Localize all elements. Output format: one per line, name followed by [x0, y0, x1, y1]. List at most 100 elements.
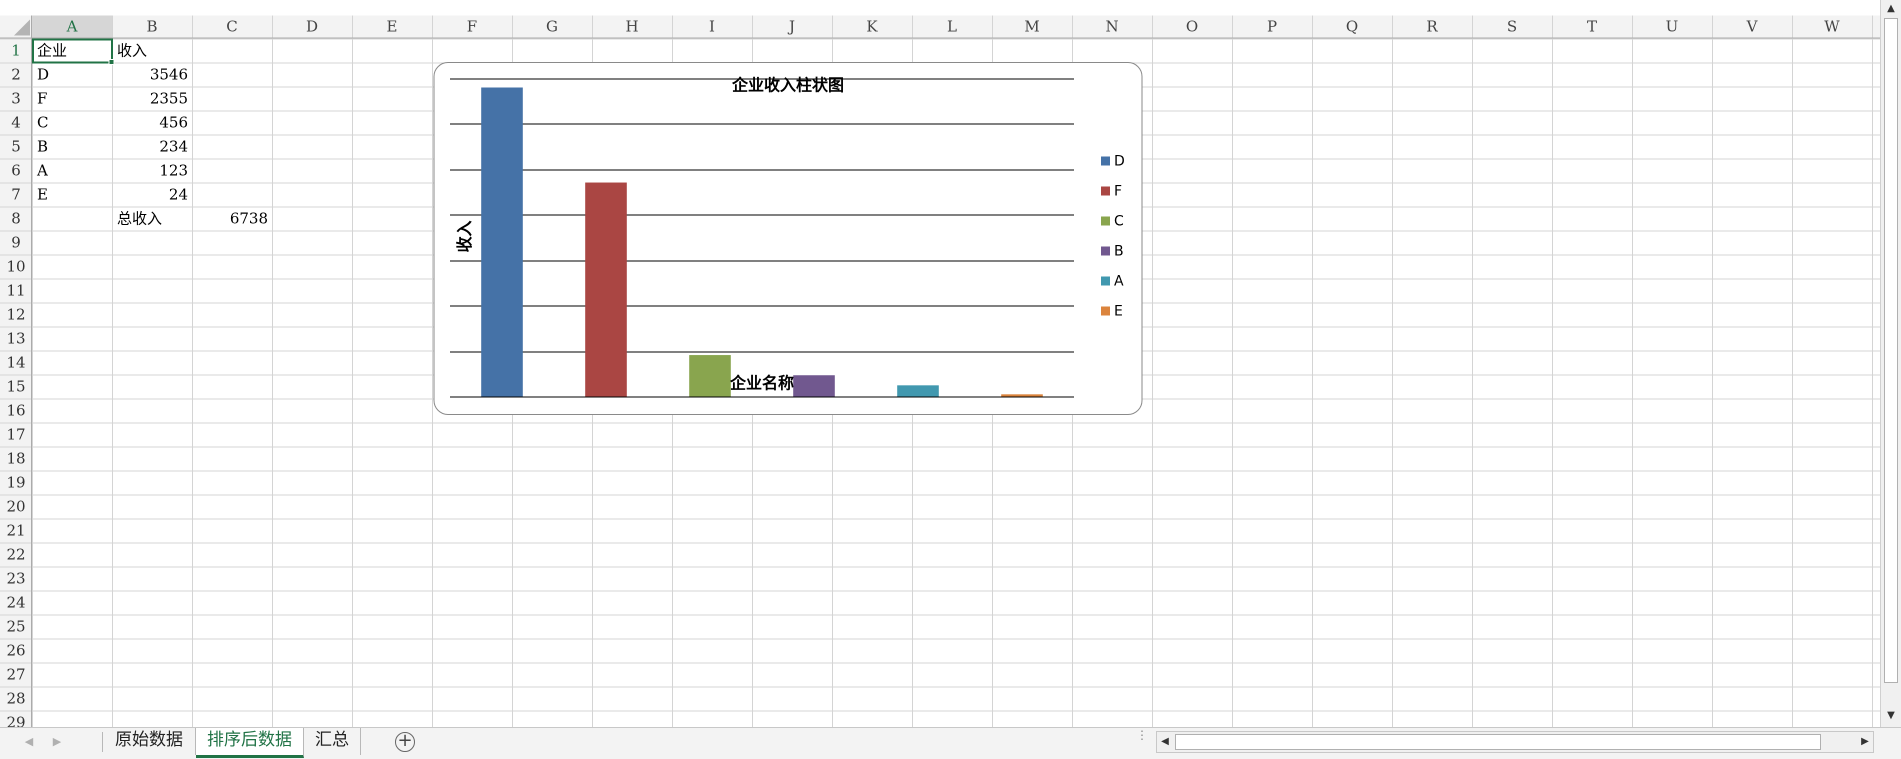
column-header-M[interactable]: M — [1024, 18, 1039, 36]
column-header-R[interactable]: R — [1426, 18, 1438, 36]
row-header-26[interactable]: 26 — [6, 642, 25, 660]
column-header-S[interactable]: S — [1507, 18, 1517, 36]
spreadsheet-grid[interactable]: A B C D E F G H I J K L M N O P Q R S T U V W12345678910111213… — [0, 0, 1901, 758]
scroll-up-icon[interactable]: ▲ — [1883, 1, 1899, 17]
row-header-25[interactable]: 25 — [6, 618, 25, 636]
cell-B8[interactable]: 总收入 — [117, 210, 162, 228]
column-header-C[interactable]: C — [226, 18, 237, 36]
row-header-10[interactable]: 10 — [6, 258, 25, 276]
column-header-O[interactable]: O — [1186, 18, 1198, 36]
chart[interactable]: 企业收入柱状图收入企业名称 DFCBAE — [433, 62, 1143, 415]
vertical-scroll-thumb[interactable] — [1884, 18, 1898, 683]
chart-title[interactable]: 企业收入柱状图 — [731, 76, 844, 95]
row-header-12[interactable]: 12 — [6, 306, 25, 324]
cell-B2[interactable]: 3546 — [150, 66, 188, 84]
row-header-21[interactable]: 21 — [6, 522, 25, 540]
cell-A4[interactable]: C — [37, 114, 48, 132]
tab-split-handle[interactable]: ⋮ — [1136, 729, 1148, 752]
row-header-18[interactable]: 18 — [6, 450, 25, 468]
row-header-4[interactable]: 4 — [11, 114, 21, 132]
cell-B3[interactable]: 2355 — [150, 90, 188, 108]
tab-summary[interactable]: 汇总 — [304, 728, 361, 755]
row-header-1[interactable]: 1 — [11, 42, 21, 60]
sheet-tab-bar: ◀ ▶ 原始数据 排序后数据 汇总 + ⋮ ◀ ▶ — [0, 727, 1901, 759]
column-header-P[interactable]: P — [1267, 18, 1277, 36]
row-header-3[interactable]: 3 — [11, 90, 21, 108]
row-header-8[interactable]: 8 — [11, 210, 21, 228]
legend-label-D: D — [1114, 154, 1125, 170]
legend-swatch-A — [1101, 276, 1110, 286]
column-header-E[interactable]: E — [387, 18, 398, 36]
cell-A2[interactable]: D — [37, 66, 49, 84]
cell-B6[interactable]: 123 — [159, 162, 188, 180]
chart-bar-D[interactable] — [481, 87, 523, 397]
cell-B1[interactable]: 收入 — [117, 42, 147, 60]
chart-x-axis-label[interactable]: 企业名称 — [729, 374, 794, 393]
row-header-9[interactable]: 9 — [11, 234, 21, 252]
column-header-G[interactable]: G — [546, 18, 558, 36]
row-header-19[interactable]: 19 — [6, 474, 25, 492]
plus-circle-icon[interactable]: + — [395, 732, 415, 752]
row-header-2[interactable]: 2 — [11, 66, 21, 84]
cell-A1[interactable]: 企业 — [37, 42, 67, 60]
column-header-U[interactable]: U — [1666, 18, 1679, 36]
cell-A5[interactable]: B — [37, 138, 48, 156]
chart-bar-C[interactable] — [689, 355, 731, 397]
vertical-scrollbar[interactable]: ▲ ▼ — [1880, 0, 1901, 727]
column-header-F[interactable]: F — [467, 18, 477, 36]
cell-C8[interactable]: 6738 — [230, 210, 268, 228]
column-header-K[interactable]: K — [866, 18, 878, 36]
chart-bar-F[interactable] — [585, 182, 627, 397]
column-header-B[interactable]: B — [146, 18, 157, 36]
column-header-J[interactable]: J — [787, 18, 795, 36]
cell-A3[interactable]: F — [37, 90, 47, 108]
chart-bar-E[interactable] — [1001, 394, 1043, 397]
cell-A7[interactable]: E — [37, 186, 48, 204]
horizontal-scroll-thumb[interactable] — [1175, 734, 1821, 750]
column-header-N[interactable]: N — [1105, 18, 1118, 36]
legend-label-C: C — [1114, 214, 1124, 230]
chart-area[interactable] — [433, 62, 1143, 415]
row-header-28[interactable]: 28 — [6, 690, 25, 708]
tab-sorted-data[interactable]: 排序后数据 — [196, 728, 304, 758]
fill-handle[interactable] — [108, 59, 115, 65]
scroll-left-icon[interactable]: ◀ — [1157, 732, 1173, 752]
row-header-5[interactable]: 5 — [11, 138, 21, 156]
scroll-right-icon[interactable]: ▶ — [1857, 732, 1873, 752]
column-header-I[interactable]: I — [709, 18, 715, 36]
chart-bar-A[interactable] — [897, 385, 939, 397]
column-header-W[interactable]: W — [1824, 18, 1840, 36]
chart-y-axis-label[interactable]: 收入 — [455, 220, 474, 252]
row-header-23[interactable]: 23 — [6, 570, 25, 588]
cell-B5[interactable]: 234 — [159, 138, 188, 156]
row-header-20[interactable]: 20 — [6, 498, 25, 516]
row-header-14[interactable]: 14 — [6, 354, 25, 372]
cell-A6[interactable]: A — [36, 162, 48, 180]
triangle-left-icon[interactable]: ◀ — [22, 734, 36, 750]
column-header-H[interactable]: H — [625, 18, 638, 36]
column-header-D[interactable]: D — [306, 18, 318, 36]
row-header-16[interactable]: 16 — [6, 402, 25, 420]
triangle-right-icon[interactable]: ▶ — [50, 734, 64, 750]
cell-B4[interactable]: 456 — [159, 114, 188, 132]
row-header-24[interactable]: 24 — [6, 594, 25, 612]
row-header-6[interactable]: 6 — [11, 162, 21, 180]
column-header-L[interactable]: L — [947, 18, 957, 36]
horizontal-scrollbar[interactable]: ◀ ▶ — [1156, 731, 1874, 753]
row-header-17[interactable]: 17 — [6, 426, 25, 444]
column-header-T[interactable]: T — [1587, 18, 1597, 36]
row-header-13[interactable]: 13 — [6, 330, 25, 348]
row-header-27[interactable]: 27 — [6, 666, 25, 684]
tab-original-data[interactable]: 原始数据 — [103, 728, 196, 755]
cell-B7[interactable]: 24 — [169, 186, 188, 204]
row-header-22[interactable]: 22 — [6, 546, 25, 564]
column-header-Q[interactable]: Q — [1346, 18, 1358, 36]
row-header-7[interactable]: 7 — [11, 186, 21, 204]
column-header-A[interactable]: A — [66, 18, 78, 36]
column-header-V[interactable]: V — [1746, 18, 1759, 36]
legend-swatch-C — [1101, 216, 1110, 226]
row-header-15[interactable]: 15 — [6, 378, 25, 396]
chart-bar-B[interactable] — [793, 375, 835, 397]
scroll-down-icon[interactable]: ▼ — [1883, 708, 1899, 724]
row-header-11[interactable]: 11 — [6, 282, 25, 300]
